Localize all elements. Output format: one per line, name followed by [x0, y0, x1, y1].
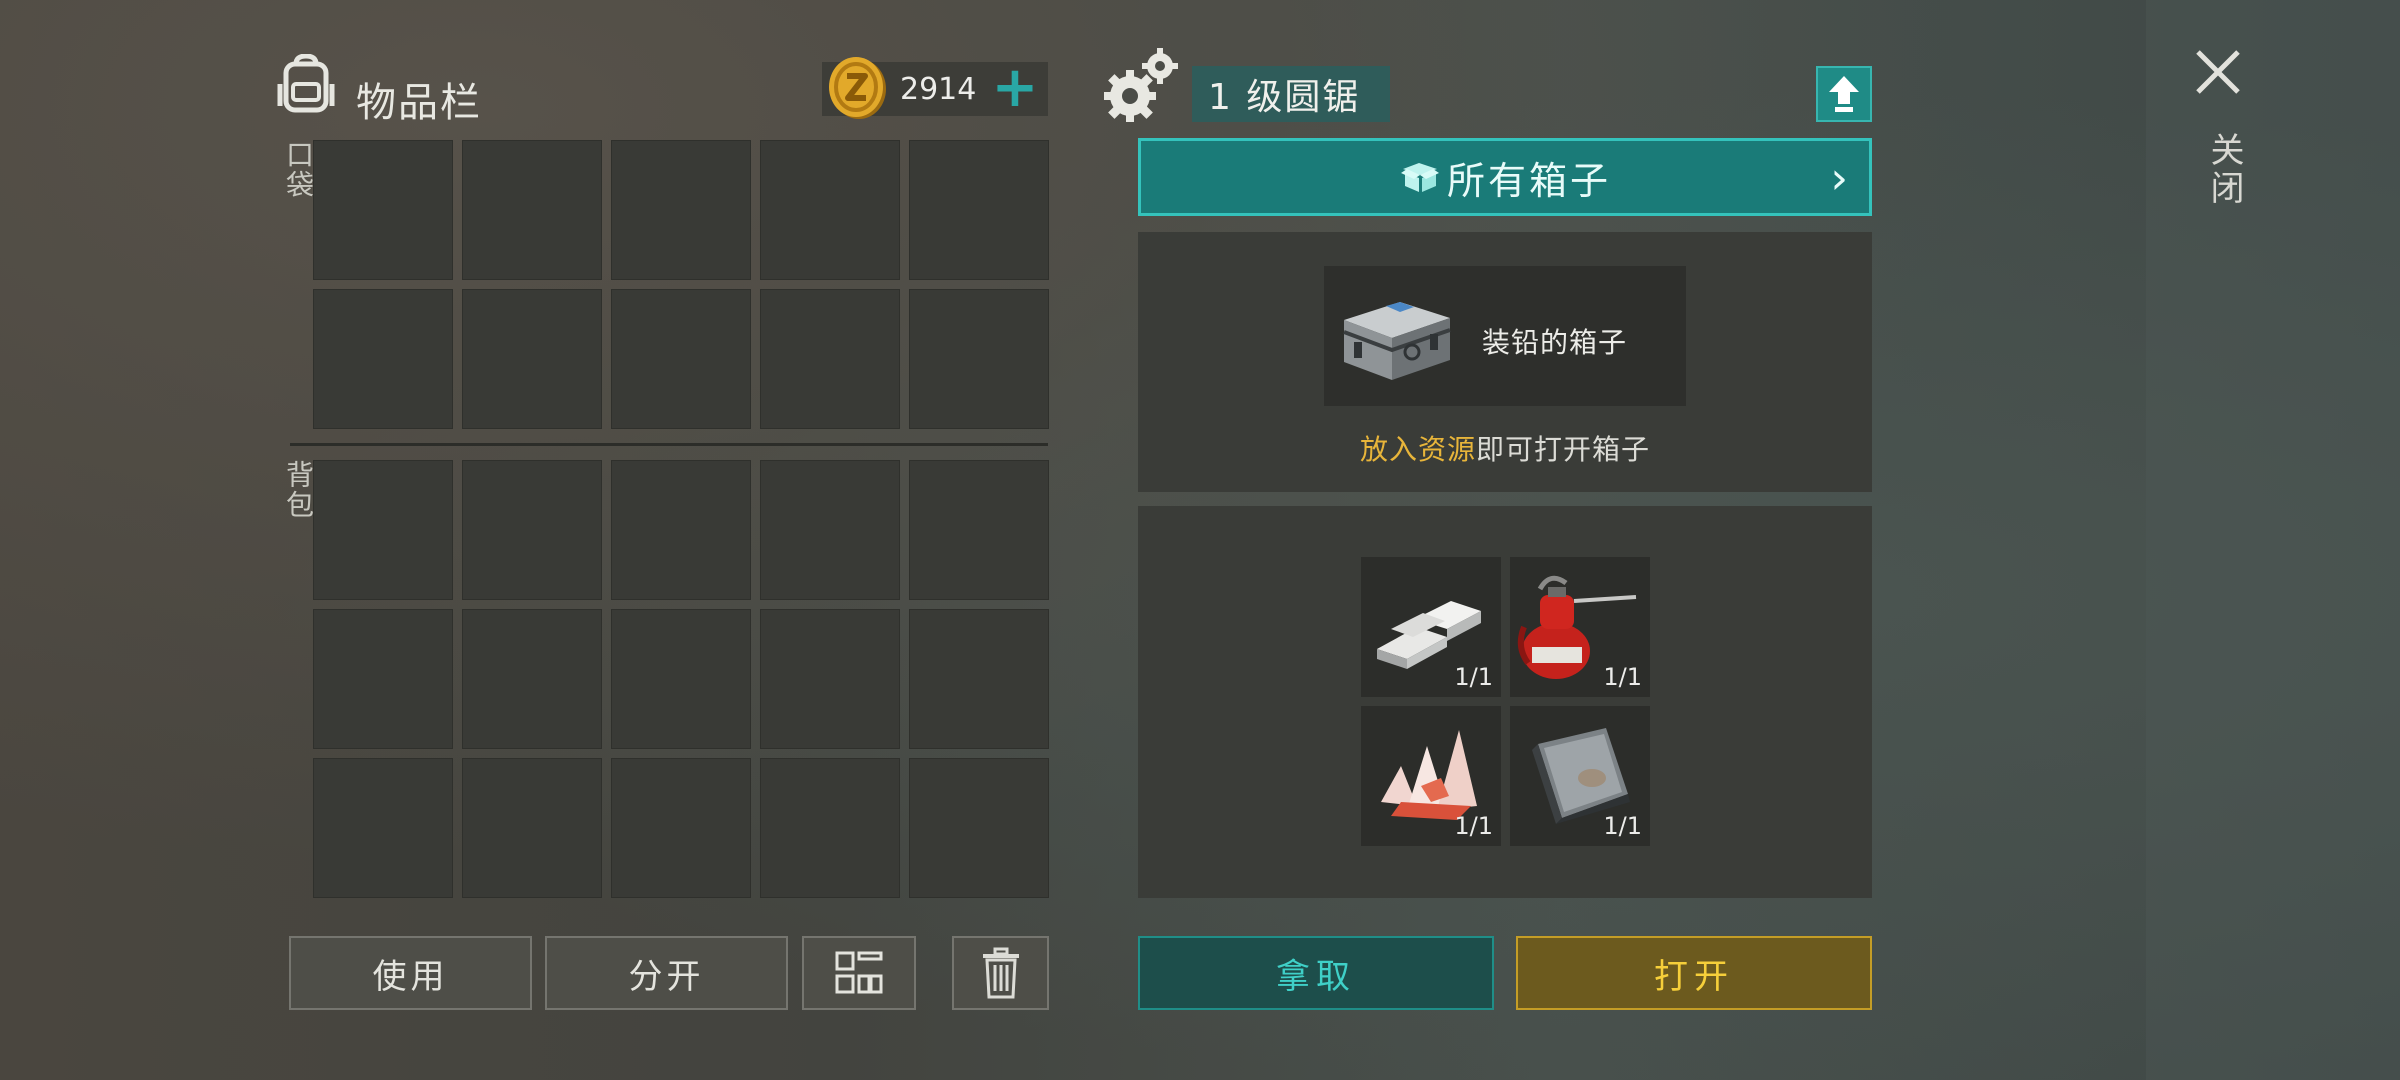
- close-icon[interactable]: [2190, 44, 2246, 100]
- add-coins-button[interactable]: +: [990, 60, 1040, 116]
- backpack-slot[interactable]: [462, 460, 602, 600]
- pocket-slot[interactable]: [909, 289, 1049, 429]
- backpack-slot[interactable]: [313, 460, 453, 600]
- backpack-slot[interactable]: [760, 609, 900, 749]
- pocket-grid: [313, 140, 1049, 429]
- resource-slot[interactable]: 1/1: [1361, 706, 1501, 846]
- backpack-slot[interactable]: [909, 609, 1049, 749]
- take-button[interactable]: 拿取: [1138, 936, 1494, 1010]
- backpack-slot[interactable]: [313, 609, 453, 749]
- upgrade-arrow-icon: [1829, 76, 1859, 112]
- backpack-slot[interactable]: [909, 460, 1049, 600]
- pocket-slot[interactable]: [760, 140, 900, 280]
- boxes-icon: [1400, 163, 1439, 192]
- resource-slot[interactable]: 1/1: [1361, 557, 1501, 697]
- resource-slot[interactable]: 1/1: [1510, 557, 1650, 697]
- gears-icon: [1102, 46, 1180, 126]
- pocket-slot[interactable]: [611, 289, 751, 429]
- close-label[interactable]: 关闭: [2200, 132, 2249, 208]
- all-boxes-label: 所有箱子: [1446, 158, 1611, 203]
- backpack-slot[interactable]: [611, 758, 751, 898]
- inventory-title: 物品栏: [356, 80, 482, 126]
- resource-count: 1/1: [1454, 663, 1493, 691]
- all-boxes-selector[interactable]: 所有箱子 ›: [1138, 138, 1872, 216]
- backpack-grid: [313, 460, 1049, 898]
- chevron-right-icon: ›: [1830, 153, 1851, 204]
- sort-button[interactable]: [802, 936, 916, 1010]
- crate-name: 装铅的箱子: [1482, 326, 1628, 359]
- use-button[interactable]: 使用: [289, 936, 532, 1010]
- coin-amount: 2914: [900, 72, 977, 107]
- backpack-slot[interactable]: [462, 609, 602, 749]
- trash-icon: [982, 947, 1019, 999]
- pocket-slot[interactable]: [909, 140, 1049, 280]
- pocket-slot[interactable]: [313, 140, 453, 280]
- workbench-level-title: 1 级圆锯: [1192, 66, 1390, 122]
- backpack-slot[interactable]: [909, 758, 1049, 898]
- split-button[interactable]: 分开: [545, 936, 788, 1010]
- pocket-slot[interactable]: [462, 140, 602, 280]
- open-crate-hint: 放入资源即可打开箱子: [1138, 428, 1872, 468]
- pocket-slot[interactable]: [760, 289, 900, 429]
- hint-highlight: 放入资源: [1359, 433, 1476, 466]
- section-divider: [290, 443, 1048, 446]
- pocket-slot[interactable]: [462, 289, 602, 429]
- open-button[interactable]: 打开: [1516, 936, 1872, 1010]
- pocket-slot[interactable]: [611, 140, 751, 280]
- right-side-strip: [2146, 0, 2400, 1080]
- backpack-label: 背包: [282, 460, 315, 520]
- backpack-slot[interactable]: [760, 758, 900, 898]
- resource-panel: [1138, 506, 1872, 898]
- coin-icon: [826, 55, 888, 121]
- lead-crate-icon: [1330, 280, 1458, 390]
- resource-count: 1/1: [1603, 663, 1642, 691]
- sort-grid-icon: [835, 951, 883, 994]
- trash-button[interactable]: [952, 936, 1049, 1010]
- resource-count: 1/1: [1454, 812, 1493, 840]
- upgrade-button[interactable]: [1816, 66, 1872, 122]
- backpack-slot[interactable]: [760, 460, 900, 600]
- backpack-slot[interactable]: [611, 460, 751, 600]
- backpack-icon: [276, 53, 336, 116]
- pocket-label: 口袋: [282, 140, 315, 200]
- backpack-slot[interactable]: [313, 758, 453, 898]
- pocket-slot[interactable]: [313, 289, 453, 429]
- resource-count: 1/1: [1603, 812, 1642, 840]
- resource-slot[interactable]: 1/1: [1510, 706, 1650, 846]
- hint-text: 即可打开箱子: [1476, 433, 1651, 466]
- backpack-slot[interactable]: [611, 609, 751, 749]
- backpack-slot[interactable]: [462, 758, 602, 898]
